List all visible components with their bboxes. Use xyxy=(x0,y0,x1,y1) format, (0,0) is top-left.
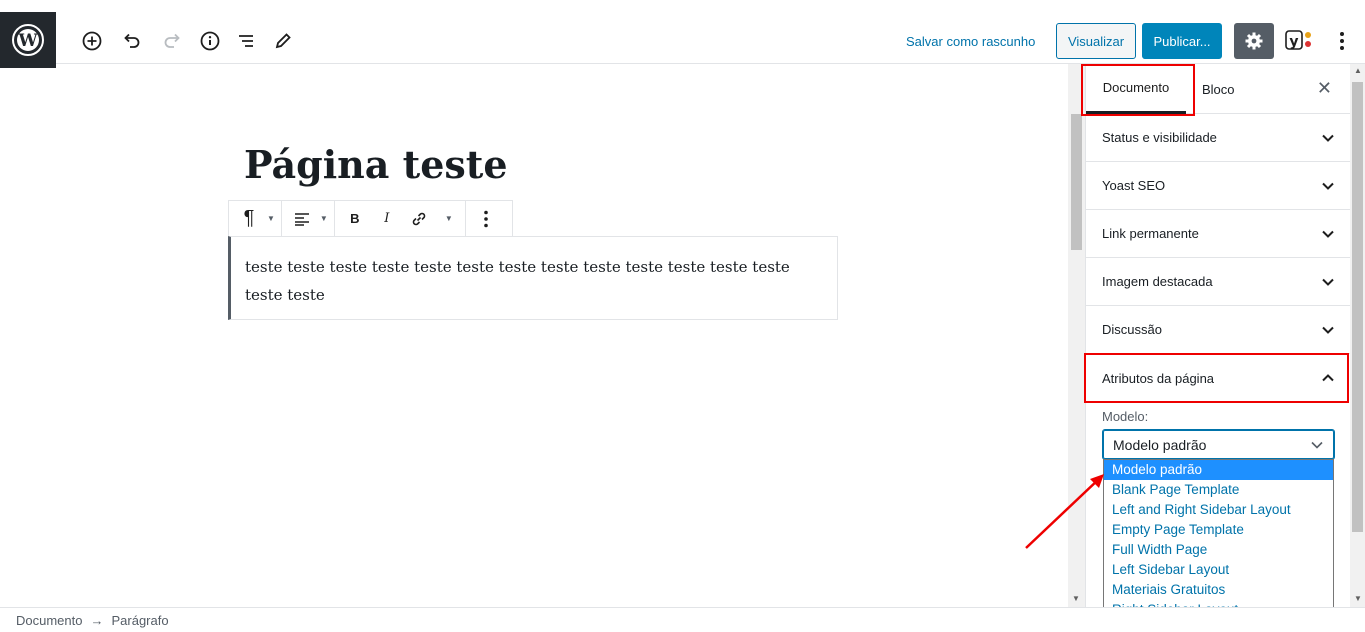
panel-label: Status e visibilidade xyxy=(1102,130,1217,145)
undo-icon[interactable] xyxy=(121,30,143,52)
caret-down-icon: ▼ xyxy=(319,214,328,223)
panel-discussion[interactable]: Discussão xyxy=(1086,306,1350,354)
panel-yoast-seo[interactable]: Yoast SEO xyxy=(1086,162,1350,210)
close-icon[interactable]: ✕ xyxy=(1317,78,1332,99)
scroll-down-icon[interactable]: ▼ xyxy=(1354,594,1362,603)
redo-icon[interactable] xyxy=(161,30,183,52)
panel-label: Yoast SEO xyxy=(1102,178,1166,193)
info-icon[interactable] xyxy=(199,30,221,52)
top-toolbar: W Salvar como rascunho Visualizar Public… xyxy=(0,0,1365,68)
page-title[interactable]: Página teste xyxy=(244,142,508,187)
block-toolbar: ¶ ▼ ▼ B I ▼ xyxy=(228,200,513,237)
save-draft-link[interactable]: Salvar como rascunho xyxy=(906,34,1035,49)
paragraph-icon[interactable]: ¶ xyxy=(235,205,263,233)
breadcrumb: Documento → Parágrafo xyxy=(0,607,1365,632)
template-option[interactable]: Modelo padrão xyxy=(1104,460,1333,480)
chevron-down-icon xyxy=(1322,326,1334,334)
yoast-icon[interactable]: y xyxy=(1284,27,1314,55)
breadcrumb-item[interactable]: Documento xyxy=(16,613,82,628)
annotation-arrow xyxy=(1025,474,1104,549)
panel-page-attributes[interactable]: Atributos da página xyxy=(1084,353,1350,403)
panel-label: Discussão xyxy=(1102,322,1162,337)
caret-down-icon[interactable]: ▼ xyxy=(445,214,453,223)
template-select[interactable]: Modelo padrão xyxy=(1102,429,1335,460)
editor-scrollbar-thumb[interactable] xyxy=(1071,114,1082,250)
breadcrumb-separator: → xyxy=(90,612,104,628)
chevron-down-icon xyxy=(1322,134,1334,142)
block-more[interactable] xyxy=(466,201,506,236)
paragraph-block[interactable]: teste teste teste teste teste teste test… xyxy=(228,236,838,320)
breadcrumb-item[interactable]: Parágrafo xyxy=(111,613,168,628)
preview-button[interactable]: Visualizar xyxy=(1056,23,1136,59)
align-left-icon[interactable] xyxy=(288,205,316,233)
edit-icon[interactable] xyxy=(272,30,294,52)
link-icon[interactable] xyxy=(405,205,433,233)
scroll-down-icon[interactable]: ▼ xyxy=(1072,594,1080,603)
chevron-down-icon xyxy=(1322,278,1334,286)
panel-status-visibility[interactable]: Status e visibilidade xyxy=(1086,114,1350,162)
sidebar-tabs: Documento Bloco ✕ xyxy=(1081,64,1350,116)
bold-icon[interactable]: B xyxy=(341,205,369,233)
caret-down-icon: ▼ xyxy=(267,214,275,223)
italic-icon[interactable]: I xyxy=(373,205,401,233)
scroll-up-icon[interactable]: ▲ xyxy=(1354,66,1362,75)
annotation-box xyxy=(1084,353,1349,403)
gear-icon xyxy=(1245,32,1263,50)
sidebar-scrollbar-thumb[interactable] xyxy=(1352,82,1363,532)
template-label: Modelo: xyxy=(1102,409,1149,424)
template-option[interactable]: Materiais Gratuitos xyxy=(1104,580,1333,600)
svg-text:W: W xyxy=(17,31,38,51)
template-option[interactable]: Left and Right Sidebar Layout xyxy=(1104,500,1333,520)
chevron-down-icon xyxy=(1311,441,1323,449)
editor-canvas: Página teste ¶ ▼ ▼ B I ▼ teste teste tes xyxy=(0,64,1068,584)
template-option[interactable]: Blank Page Template xyxy=(1104,480,1333,500)
align-control[interactable]: ▼ xyxy=(282,201,335,236)
panel-permalink[interactable]: Link permanente xyxy=(1086,210,1350,258)
add-block-icon[interactable] xyxy=(81,30,103,52)
sidebar-scrollbar[interactable]: ▲ ▼ xyxy=(1350,64,1365,607)
panel-label: Imagem destacada xyxy=(1102,274,1213,289)
template-option[interactable]: Full Width Page xyxy=(1104,540,1333,560)
format-controls: B I ▼ xyxy=(335,201,466,236)
template-option[interactable]: Left Sidebar Layout xyxy=(1104,560,1333,580)
tab-bloco[interactable]: Bloco xyxy=(1186,64,1246,114)
annotation-box xyxy=(1081,64,1195,116)
publish-button[interactable]: Publicar... xyxy=(1142,23,1222,59)
panel-featured-image[interactable]: Imagem destacada xyxy=(1086,258,1350,306)
block-switcher[interactable]: ¶ ▼ xyxy=(229,201,282,236)
template-select-value: Modelo padrão xyxy=(1113,436,1207,453)
template-option[interactable]: Empty Page Template xyxy=(1104,520,1333,540)
more-vertical-icon[interactable] xyxy=(472,205,500,233)
settings-button[interactable] xyxy=(1234,23,1274,59)
wordpress-logo-icon[interactable]: W xyxy=(0,12,56,68)
outline-icon[interactable] xyxy=(235,30,257,52)
more-icon[interactable] xyxy=(1332,30,1352,52)
svg-text:y: y xyxy=(1289,34,1298,50)
template-options-list: Modelo padrão Blank Page Template Left a… xyxy=(1103,459,1334,621)
chevron-down-icon xyxy=(1322,182,1334,190)
chevron-down-icon xyxy=(1322,230,1334,238)
panel-label: Link permanente xyxy=(1102,226,1199,241)
paragraph-text[interactable]: teste teste teste teste teste teste test… xyxy=(245,253,815,309)
